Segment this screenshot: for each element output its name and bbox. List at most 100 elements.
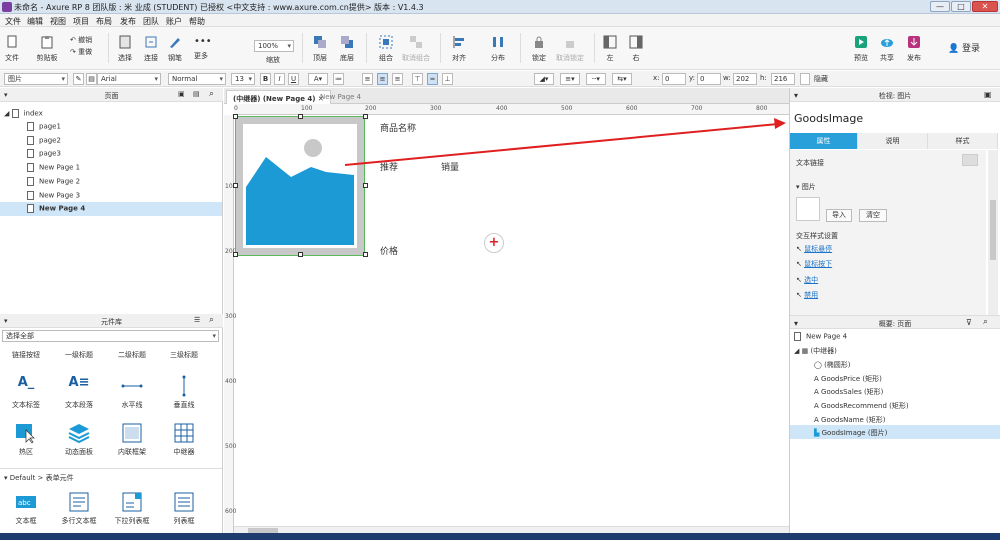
underline-button[interactable]: U xyxy=(288,73,299,85)
interaction-hover[interactable]: ↖ 鼠标悬停 xyxy=(796,244,832,254)
library-select[interactable]: 选择全部 xyxy=(2,330,219,342)
goods-image[interactable] xyxy=(233,114,368,257)
left-pane-button[interactable]: 左 xyxy=(600,35,620,63)
menu-icon[interactable]: ☰ xyxy=(194,316,200,324)
widget-h1[interactable]: 一级标题 xyxy=(57,350,101,360)
clipboard-button[interactable]: 剪贴板 xyxy=(32,35,62,63)
preview-button[interactable]: 预览 xyxy=(851,35,871,63)
interaction-disabled[interactable]: ↖ 禁用 xyxy=(796,290,818,300)
widget-paragraph[interactable]: A≡ 文本段落 xyxy=(57,375,101,410)
bullet-button[interactable]: ≔ xyxy=(333,73,344,85)
outline-item-goods-recommend[interactable]: A GoodsRecommend (矩形) xyxy=(814,401,909,411)
add-circle-button[interactable]: + xyxy=(484,233,504,253)
line-pattern-button[interactable]: ┄▾ xyxy=(586,73,606,85)
add-folder-icon[interactable]: ▤ xyxy=(193,90,200,98)
distribute-button[interactable]: 分布 xyxy=(484,35,512,63)
bring-to-top-button[interactable]: 顶层 xyxy=(308,35,332,63)
format-painter-button[interactable]: ▤ xyxy=(86,73,97,85)
page-item-new-page-3[interactable]: New Page 3 xyxy=(27,191,80,200)
close-window-button[interactable]: ✕ xyxy=(972,1,998,12)
widget-style-select[interactable]: 图片 xyxy=(4,73,68,85)
resize-handle[interactable] xyxy=(233,114,238,119)
resize-handle[interactable] xyxy=(233,183,238,188)
font-family-select[interactable]: Arial xyxy=(97,73,161,85)
publish-button[interactable]: 发布 xyxy=(902,35,926,63)
connect-tool-button[interactable]: 连接 xyxy=(140,35,162,63)
font-weight-select[interactable]: Normal xyxy=(168,73,226,85)
widget-link-button[interactable]: 链接按钮 xyxy=(4,350,48,360)
import-button[interactable]: 导入 xyxy=(826,209,852,222)
align-center-button[interactable]: ≡ xyxy=(377,73,388,85)
align-button[interactable]: 对齐 xyxy=(445,35,473,63)
align-bottom-button[interactable]: ⊥ xyxy=(442,73,453,85)
text-link-button[interactable] xyxy=(962,154,978,166)
goods-sales-label[interactable]: 销量 xyxy=(441,160,459,173)
resize-handle[interactable] xyxy=(363,183,368,188)
minimize-button[interactable]: — xyxy=(930,1,950,12)
outline-page[interactable]: New Page 4 xyxy=(794,332,847,341)
maximize-button[interactable]: □ xyxy=(951,1,971,12)
align-middle-button[interactable]: ═ xyxy=(427,73,438,85)
outline-item-goods-sales[interactable]: A GoodsSales (矩形) xyxy=(814,387,883,397)
widget-dynamic-panel[interactable]: 动态面板 xyxy=(57,422,101,457)
resize-handle[interactable] xyxy=(298,114,303,119)
form-widgets-section[interactable]: ▾ Default > 表单元件 xyxy=(4,473,74,483)
font-color-button[interactable]: A▾ xyxy=(308,73,328,85)
resize-handle[interactable] xyxy=(363,114,368,119)
select-tool-button[interactable]: 选择 xyxy=(114,35,136,63)
filter-icon[interactable]: ⊽ xyxy=(966,318,972,327)
menu-edit[interactable]: 编辑 xyxy=(27,16,43,27)
chevron-down-icon[interactable]: ▾ xyxy=(794,91,798,100)
undo-button[interactable]: ↶ 撤销 xyxy=(70,35,100,45)
zoom-select[interactable]: 100% xyxy=(254,40,294,52)
tab-style[interactable]: 样式 xyxy=(928,133,998,149)
image-section-header[interactable]: ▾ 图片 xyxy=(796,182,816,192)
widget-hotspot[interactable]: 热区 xyxy=(4,422,48,457)
widget-name-field[interactable]: GoodsImage xyxy=(794,112,863,125)
lock-button[interactable]: 锁定 xyxy=(527,35,551,63)
outline-item-ellipse[interactable]: ◯ (椭圆形) xyxy=(814,360,851,370)
goods-recommend-label[interactable]: 推荐 xyxy=(380,160,398,173)
share-button[interactable]: 共享 xyxy=(877,35,897,63)
ungroup-button[interactable]: 取消组合 xyxy=(398,35,434,63)
search-icon[interactable]: ⌕ xyxy=(983,317,988,327)
menu-help[interactable]: 帮助 xyxy=(189,16,205,27)
fill-color-button[interactable]: ◢▾ xyxy=(534,73,554,85)
line-style-button[interactable]: ≡▾ xyxy=(560,73,580,85)
group-button[interactable]: 组合 xyxy=(372,35,400,63)
widget-dropdown[interactable]: 下拉列表框 xyxy=(110,491,154,526)
file-button[interactable]: 文件 xyxy=(2,35,22,63)
menu-publish[interactable]: 发布 xyxy=(120,16,136,27)
outline-item-goods-name[interactable]: A GoodsName (矩形) xyxy=(814,415,885,425)
x-input[interactable]: 0 xyxy=(662,73,686,85)
page-item-page3[interactable]: page3 xyxy=(27,149,61,158)
page-tree-root[interactable]: ◢ index xyxy=(4,109,43,118)
menu-account[interactable]: 账户 xyxy=(166,16,182,27)
widget-vertical-line[interactable]: 垂直线 xyxy=(162,375,206,410)
menu-project[interactable]: 项目 xyxy=(73,16,89,27)
outline-repeater[interactable]: ◢ ▦ (中继器) xyxy=(794,346,837,356)
search-icon[interactable]: ⌕ xyxy=(209,89,214,99)
page-item-new-page-2[interactable]: New Page 2 xyxy=(27,177,80,186)
style-editor-button[interactable]: ✎ xyxy=(73,73,84,85)
add-page-icon[interactable]: ▣ xyxy=(178,90,185,98)
goods-price-label[interactable]: 价格 xyxy=(380,244,398,257)
page-item-page2[interactable]: page2 xyxy=(27,136,61,145)
widget-repeater[interactable]: 中继器 xyxy=(162,422,206,457)
bold-button[interactable]: B xyxy=(260,73,271,85)
page-item-page1[interactable]: page1 xyxy=(27,122,61,131)
search-icon[interactable]: ⌕ xyxy=(209,315,214,325)
menu-file[interactable]: 文件 xyxy=(5,16,21,27)
y-input[interactable]: 0 xyxy=(697,73,721,85)
arrow-style-button[interactable]: ⇆▾ xyxy=(612,73,632,85)
resize-handle[interactable] xyxy=(298,252,303,257)
resize-handle[interactable] xyxy=(233,252,238,257)
unlock-button[interactable]: 取消锁定 xyxy=(552,35,588,63)
chevron-down-icon[interactable]: ▾ xyxy=(794,319,798,328)
widget-h2[interactable]: 二级标题 xyxy=(110,350,154,360)
align-top-button[interactable]: ⊤ xyxy=(412,73,423,85)
font-size-select[interactable]: 13 xyxy=(231,73,255,85)
widget-h3[interactable]: 三级标题 xyxy=(162,350,206,360)
right-pane-button[interactable]: 右 xyxy=(626,35,646,63)
pen-tool-button[interactable]: 钢笔 xyxy=(164,35,186,63)
